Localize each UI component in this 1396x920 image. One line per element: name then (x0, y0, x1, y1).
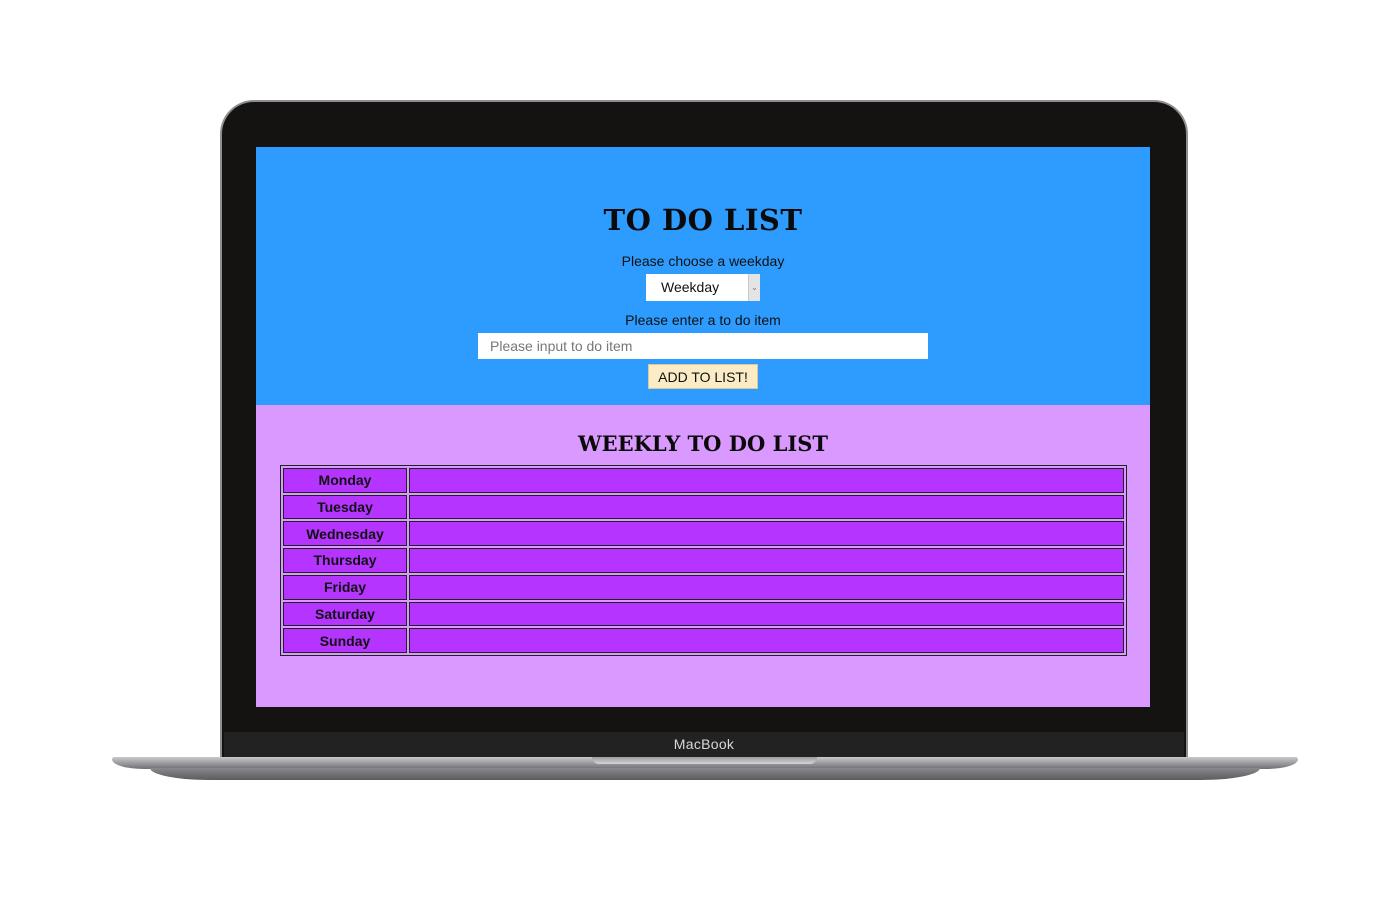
weekly-title: WEEKLY TO DO LIST (577, 431, 828, 456)
day-cell: Monday (283, 468, 407, 493)
laptop-hinge-notch (592, 757, 817, 764)
weekly-section: WEEKLY TO DO LIST Monday Tuesday Wednesd… (256, 405, 1150, 707)
table-row: Saturday (283, 601, 1124, 627)
weekday-select-value: Weekday (661, 279, 720, 295)
todo-cell (409, 574, 1124, 600)
mockup-stage: MacBook TO DO LIST Please choose a weekd… (0, 0, 1396, 920)
weekly-table: Monday Tuesday Wednesday Thursday Friday… (280, 465, 1127, 656)
item-prompt-label: Please enter a to do item (625, 312, 781, 328)
todo-cell (409, 521, 1124, 547)
input-section: TO DO LIST Please choose a weekday Weekd… (256, 147, 1150, 405)
weekday-prompt-label: Please choose a weekday (621, 253, 785, 269)
table-row: Friday (283, 574, 1124, 600)
day-cell: Thursday (283, 548, 407, 573)
todo-cell (409, 601, 1124, 627)
todo-item-input[interactable] (478, 333, 928, 359)
table-row: Tuesday (283, 494, 1124, 520)
weekday-select[interactable]: Weekday ⌄ (646, 274, 760, 301)
laptop-screen: TO DO LIST Please choose a weekday Weekd… (256, 147, 1150, 707)
day-cell: Tuesday (283, 494, 407, 520)
table-row: Thursday (283, 548, 1124, 573)
add-to-list-button[interactable]: ADD TO LIST! (648, 364, 758, 389)
table-row: Wednesday (283, 521, 1124, 547)
todo-cell (409, 494, 1124, 520)
todo-cell (409, 548, 1124, 573)
day-cell: Saturday (283, 601, 407, 627)
table-row: Monday (283, 468, 1124, 493)
day-cell: Sunday (283, 628, 407, 653)
day-cell: Friday (283, 574, 407, 600)
table-row: Sunday (283, 628, 1124, 653)
todo-cell (409, 628, 1124, 653)
laptop-base-bottom (150, 768, 1260, 780)
laptop-brand-label: MacBook (673, 736, 735, 752)
chevron-down-icon[interactable]: ⌄ (748, 274, 760, 301)
todo-cell (409, 468, 1124, 493)
page-title: TO DO LIST (603, 203, 803, 237)
day-cell: Wednesday (283, 521, 407, 547)
